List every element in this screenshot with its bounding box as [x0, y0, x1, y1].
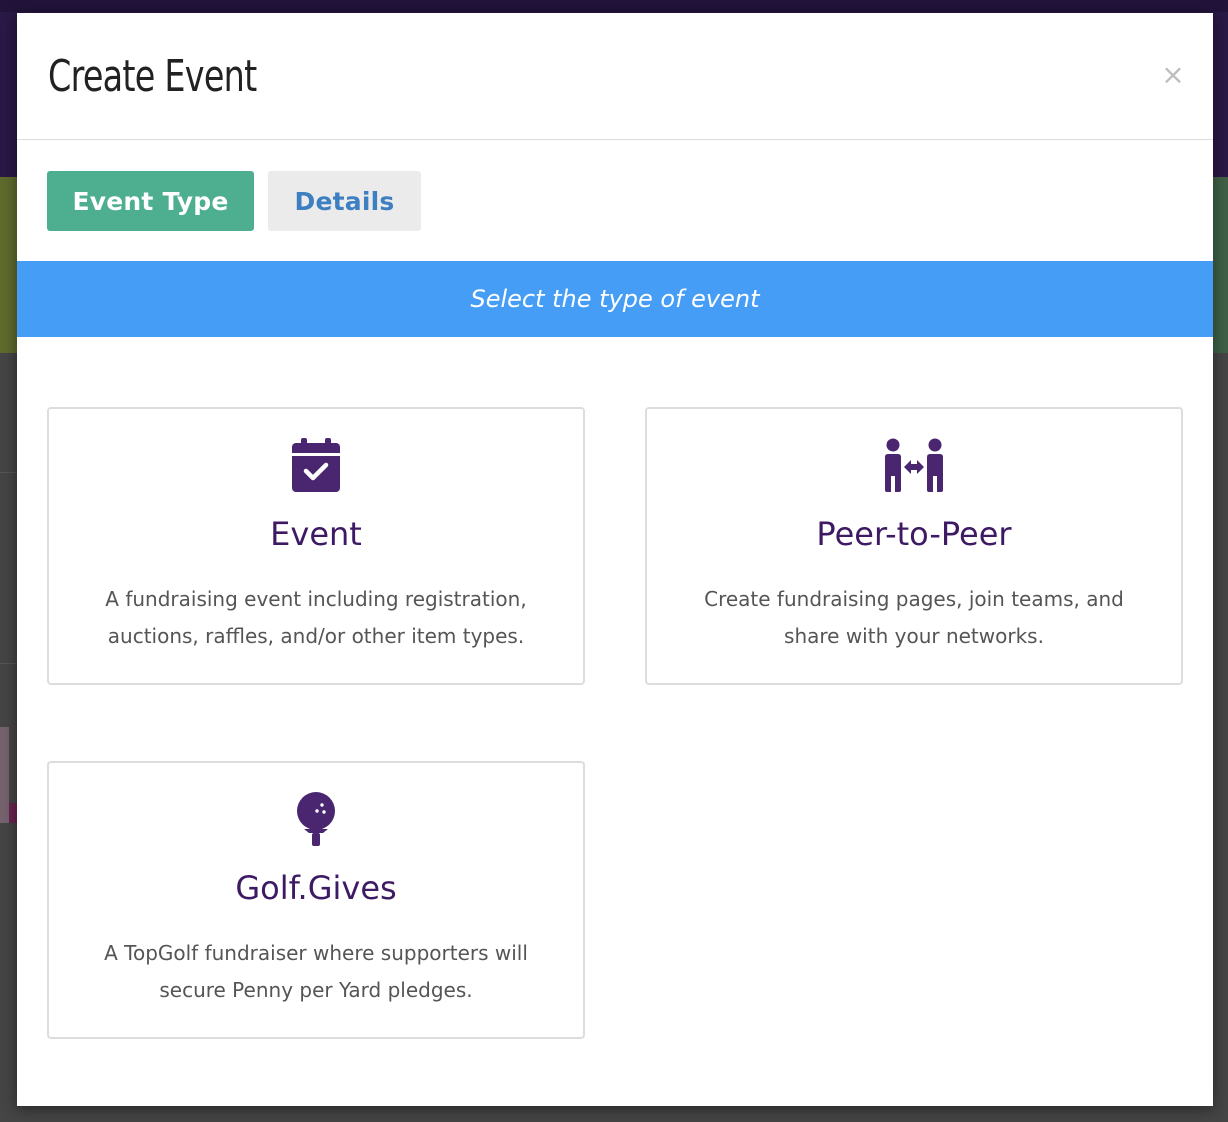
close-icon: ×	[1161, 57, 1185, 91]
card-title: Peer-to-Peer	[816, 515, 1012, 553]
card-title: Golf.Gives	[235, 869, 397, 907]
calendar-check-icon	[284, 435, 348, 495]
modal-title: Create Event	[48, 51, 257, 102]
people-arrows-icon	[882, 435, 946, 495]
instruction-banner: Select the type of event	[17, 261, 1213, 337]
background-top-bar	[0, 0, 1228, 12]
modal-header: Create Event ×	[17, 13, 1213, 140]
background-card-accent	[9, 803, 17, 823]
banner-text: Select the type of event	[470, 285, 760, 313]
event-type-card-peer-to-peer[interactable]: Peer-to-Peer Create fundraising pages, j…	[645, 407, 1183, 685]
background-card	[0, 727, 9, 823]
card-description: A TopGolf fundraiser where supporters wi…	[104, 941, 528, 1002]
event-type-card-event[interactable]: Event A fundraising event including regi…	[47, 407, 585, 685]
card-title: Event	[270, 515, 362, 553]
golf-ball-tee-icon	[284, 789, 348, 849]
tab-event-type[interactable]: Event Type	[47, 171, 254, 231]
close-button[interactable]: ×	[1157, 57, 1189, 91]
card-description: Create fundraising pages, join teams, an…	[704, 587, 1124, 648]
event-type-card-golf-gives[interactable]: Golf.Gives A TopGolf fundraiser where su…	[47, 761, 585, 1039]
card-description: A fundraising event including registrati…	[105, 587, 527, 648]
background-divider	[0, 472, 17, 473]
background-divider	[0, 663, 17, 664]
create-event-modal: Create Event × Event Type Details Select…	[17, 13, 1213, 1106]
tab-details[interactable]: Details	[268, 171, 421, 231]
